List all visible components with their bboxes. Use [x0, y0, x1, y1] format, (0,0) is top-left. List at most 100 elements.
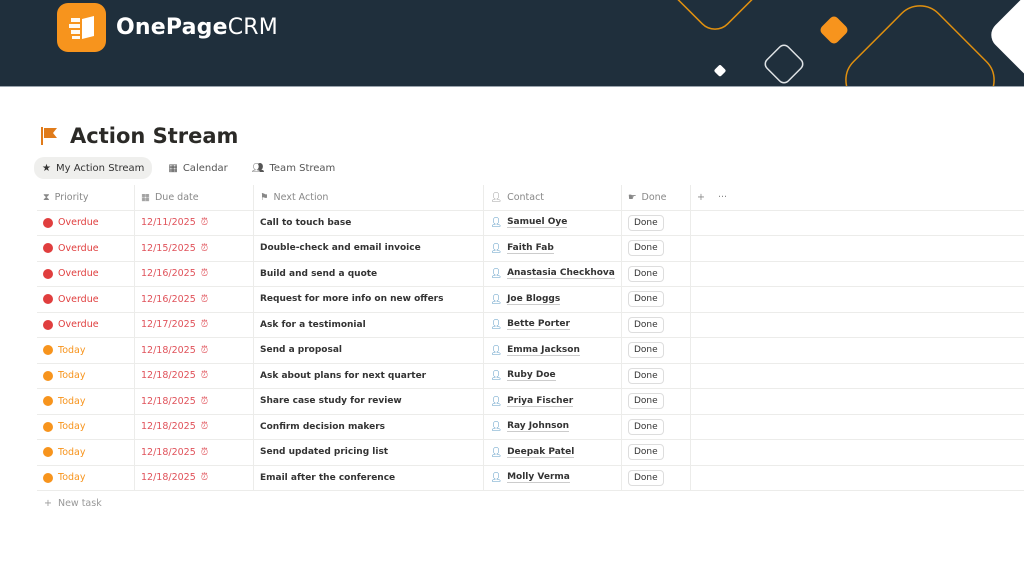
next-action: Ask about plans for next quarter — [260, 370, 427, 381]
table-row[interactable]: Overdue 12/11/2025 ⏰︎ Call to touch base … — [37, 210, 1024, 236]
next-action-cell[interactable]: Send updated pricing list — [254, 440, 484, 465]
next-action-cell[interactable]: Call to touch base — [254, 210, 484, 235]
contact-cell: 👤︎ Molly Verma — [484, 465, 622, 490]
due-date-cell[interactable]: 12/18/2025 ⏰︎ — [135, 363, 254, 388]
done-button[interactable]: Done — [628, 214, 664, 231]
done-cell: Done — [622, 440, 691, 465]
next-action-cell[interactable]: Ask about plans for next quarter — [254, 363, 484, 388]
table-row[interactable]: Today 12/18/2025 ⏰︎ Send updated pricing … — [37, 440, 1024, 466]
col-priority[interactable]: ⧗ Priority — [37, 185, 135, 210]
next-action-cell[interactable]: Email after the conference — [254, 465, 484, 490]
tab-label: Calendar — [182, 162, 228, 174]
contact-cell: 👤︎ Anastasia Checkhova — [484, 261, 622, 286]
due-date: 12/11/2025 — [141, 217, 196, 229]
contact-cell: 👤︎ Ruby Doe — [484, 363, 622, 388]
done-button[interactable]: Done — [628, 469, 664, 486]
col-next-action[interactable]: ⚑ Next Action — [254, 185, 484, 210]
done-button[interactable]: Done — [628, 342, 664, 359]
tab-team-stream[interactable]: 👥︎ Team Stream — [244, 157, 344, 179]
next-action: Send updated pricing list — [260, 447, 389, 458]
table-row[interactable]: Today 12/18/2025 ⏰︎ Email after the confe… — [37, 465, 1024, 491]
person-icon: 👤︎ — [490, 370, 503, 382]
done-button[interactable]: Done — [628, 291, 664, 308]
done-cell: Done — [622, 210, 691, 235]
done-cell: Done — [622, 363, 691, 388]
contact-link[interactable]: Joe Bloggs — [507, 294, 561, 305]
contact-link[interactable]: Deepak Patel — [507, 447, 575, 458]
due-date-cell[interactable]: 12/18/2025 ⏰︎ — [135, 465, 254, 490]
col-done[interactable]: ☛ Done — [622, 185, 691, 210]
priority-cell: Today — [37, 389, 135, 414]
due-date-cell[interactable]: 12/18/2025 ⏰︎ — [135, 338, 254, 363]
contact-link[interactable]: Ray Johnson — [507, 421, 570, 433]
person-icon: 👤︎ — [490, 242, 503, 254]
due-date-cell[interactable]: 12/17/2025 ⏰︎ — [135, 312, 254, 337]
due-date-cell[interactable]: 12/18/2025 ⏰︎ — [135, 440, 254, 465]
col-actions: + ··· — [691, 185, 1024, 210]
contact-link[interactable]: Bette Porter — [507, 319, 570, 331]
table-row[interactable]: Today 12/18/2025 ⏰︎ Ask about plans for n… — [37, 363, 1024, 389]
due-date-cell[interactable]: 12/16/2025 ⏰︎ — [135, 287, 254, 312]
table-row[interactable]: Today 12/18/2025 ⏰︎ Confirm decision make… — [37, 414, 1024, 440]
done-button[interactable]: Done — [628, 265, 664, 282]
tab-calendar[interactable]: ▦ Calendar — [160, 157, 235, 179]
contact-link[interactable]: Samuel Oye — [507, 217, 568, 229]
contact-link[interactable]: Molly Verma — [507, 472, 570, 484]
priority-cell: Today — [37, 363, 135, 388]
person-icon: 👤︎ — [490, 217, 503, 229]
due-date: 12/17/2025 — [141, 319, 196, 331]
due-date-cell[interactable]: 12/15/2025 ⏰︎ — [135, 236, 254, 261]
col-due-date[interactable]: ▦ Due date — [135, 185, 254, 210]
done-button[interactable]: Done — [628, 418, 664, 435]
contact-cell: 👤︎ Faith Fab — [484, 236, 622, 261]
done-button[interactable]: Done — [628, 367, 664, 384]
add-column-icon[interactable]: + — [697, 192, 713, 203]
next-action-cell[interactable]: Share case study for review — [254, 389, 484, 414]
empty-cell — [691, 313, 1024, 338]
more-icon[interactable]: ··· — [718, 192, 727, 203]
done-button[interactable]: Done — [628, 316, 664, 333]
due-date: 12/15/2025 — [141, 242, 196, 254]
next-action-cell[interactable]: Request for more info on new offers — [254, 287, 484, 312]
done-button[interactable]: Done — [628, 393, 664, 410]
next-action-cell[interactable]: Ask for a testimonial — [254, 312, 484, 337]
priority-cell: Today — [37, 414, 135, 439]
due-date-cell[interactable]: 12/18/2025 ⏰︎ — [135, 389, 254, 414]
done-cell: Done — [622, 312, 691, 337]
table-row[interactable]: Overdue 12/17/2025 ⏰︎ Ask for a testimoni… — [37, 312, 1024, 338]
priority-dot-icon — [43, 243, 53, 254]
contact-link[interactable]: Anastasia Checkhova — [507, 268, 615, 280]
next-action-cell[interactable]: Build and send a quote — [254, 261, 484, 286]
table-row[interactable]: Overdue 12/15/2025 ⏰︎ Double-check and em… — [37, 236, 1024, 262]
due-date-cell[interactable]: 12/18/2025 ⏰︎ — [135, 414, 254, 439]
contact-link[interactable]: Priya Fischer — [507, 396, 574, 407]
decorative-shapes — [665, 0, 1024, 86]
table-row[interactable]: Overdue 12/16/2025 ⏰︎ Request for more in… — [37, 287, 1024, 313]
due-date-cell[interactable]: 12/11/2025 ⏰︎ — [135, 210, 254, 235]
contact-link[interactable]: Ruby Doe — [507, 370, 556, 382]
person-icon: 👤︎ — [490, 421, 503, 433]
empty-cell — [691, 466, 1024, 491]
next-action-cell[interactable]: Confirm decision makers — [254, 414, 484, 439]
col-contact[interactable]: 👤︎ Contact — [484, 185, 622, 210]
priority-cell: Today — [37, 465, 135, 490]
empty-cell — [691, 364, 1024, 389]
person-icon: 👤︎ — [490, 395, 503, 407]
table-row[interactable]: Today 12/18/2025 ⏰︎ Share case study for … — [37, 389, 1024, 415]
table-row[interactable]: Today 12/18/2025 ⏰︎ Send a proposal 👤︎ Emm… — [37, 338, 1024, 364]
next-action-cell[interactable]: Send a proposal — [254, 338, 484, 363]
due-date-cell[interactable]: 12/16/2025 ⏰︎ — [135, 261, 254, 286]
tab-my-action-stream[interactable]: ★ My Action Stream — [34, 157, 153, 179]
next-action-cell[interactable]: Double-check and email invoice — [254, 236, 484, 261]
priority-dot-icon — [43, 268, 53, 279]
contact-link[interactable]: Faith Fab — [507, 243, 554, 254]
done-cell: Done — [622, 236, 691, 261]
table-row[interactable]: Overdue 12/16/2025 ⏰︎ Build and send a qu… — [37, 261, 1024, 287]
alarm-clock-icon: ⏰︎ — [200, 293, 209, 305]
person-icon: 👤︎ — [490, 191, 503, 203]
contact-cell: 👤︎ Priya Fischer — [484, 389, 622, 414]
contact-link[interactable]: Emma Jackson — [507, 345, 580, 356]
done-button[interactable]: Done — [628, 240, 664, 257]
new-task-button[interactable]: + New task — [44, 498, 102, 509]
done-button[interactable]: Done — [628, 444, 664, 461]
